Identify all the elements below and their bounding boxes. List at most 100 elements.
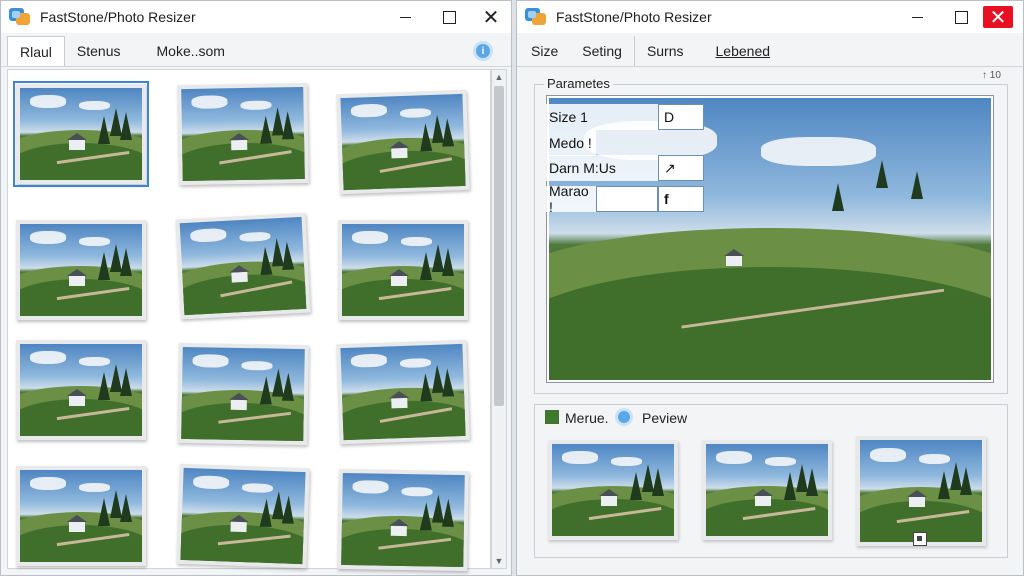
house-shape: [66, 514, 87, 532]
thumbnail-card[interactable]: [175, 212, 311, 320]
cloud-shape: [78, 356, 111, 367]
field-label: Size 1: [546, 104, 658, 130]
tree-shape: [876, 160, 889, 189]
tree-shape: [652, 467, 665, 496]
house-shape: [752, 488, 773, 506]
tree-shape: [442, 247, 455, 276]
cloud-shape: [399, 357, 432, 369]
thumbnail-card[interactable]: [337, 468, 469, 572]
cloud-shape: [189, 228, 228, 243]
scrollbar-thumb[interactable]: [494, 86, 504, 406]
tree-shape: [259, 115, 273, 144]
cloud-shape: [351, 231, 389, 245]
cloud-shape: [869, 448, 907, 463]
thumbnail-grid: [7, 69, 491, 572]
landscape-photo: [181, 86, 305, 182]
darn-input[interactable]: ↗: [658, 155, 704, 181]
cloud-shape: [192, 475, 230, 490]
landscape-photo: [180, 467, 306, 565]
tab-moke-som[interactable]: Moke..som: [145, 36, 237, 66]
house-shape: [230, 139, 248, 150]
merge-checkbox[interactable]: [545, 410, 559, 424]
thumbnail-card[interactable]: [177, 342, 309, 446]
thumbnail-card[interactable]: [16, 340, 146, 440]
tab-lebened[interactable]: Lebened: [704, 36, 783, 66]
tree-shape: [420, 251, 433, 280]
right-titlebar: FastStone/Photo Resizer ✕: [517, 1, 1023, 33]
cloud-shape: [78, 236, 111, 247]
marao-value[interactable]: f: [658, 186, 704, 212]
house-shape: [723, 248, 744, 266]
tree-shape: [784, 471, 797, 500]
cloud-shape: [561, 451, 599, 465]
house-shape: [390, 147, 408, 158]
cloud-shape: [191, 95, 228, 110]
tree-shape: [259, 246, 273, 275]
tree-shape: [98, 497, 111, 526]
tree-shape: [120, 111, 133, 140]
field-size: Size 1 D: [546, 104, 704, 130]
landscape-photo: [340, 343, 466, 441]
tab-surns[interactable]: Surns: [635, 36, 696, 66]
field-label: Medo !: [546, 130, 596, 156]
tree-shape: [259, 498, 273, 527]
image-icon[interactable]: [913, 532, 927, 546]
right-tabs: Size Seting Surns Lebened: [517, 33, 1023, 67]
field-marao: Marao ! f: [546, 183, 704, 215]
tree-shape: [259, 375, 273, 405]
maximize-icon[interactable]: [941, 1, 981, 33]
landscape-photo: [20, 470, 142, 562]
tree-shape: [960, 466, 973, 495]
maximize-icon[interactable]: [429, 1, 469, 33]
cloud-shape: [350, 353, 388, 369]
thumbnail-card[interactable]: [336, 339, 470, 445]
cloud-shape: [715, 451, 753, 465]
thumbnail-card[interactable]: [338, 220, 468, 320]
preview-thumb[interactable]: [702, 440, 832, 540]
tree-shape: [441, 118, 455, 147]
marao-input[interactable]: [596, 186, 658, 212]
cloud-shape: [78, 482, 111, 493]
thumbnail-card[interactable]: [16, 220, 146, 320]
tree-shape: [911, 171, 924, 200]
close-icon[interactable]: ✕: [471, 1, 511, 33]
size-input[interactable]: D: [658, 104, 704, 130]
cloud-shape: [399, 107, 432, 119]
tree-shape: [419, 372, 433, 401]
cloud-shape: [350, 103, 388, 119]
close-icon[interactable]: ✕: [983, 6, 1013, 29]
scroll-down-icon[interactable]: ▼: [492, 554, 506, 568]
landscape-photo: [20, 224, 142, 316]
tree-shape: [281, 372, 295, 401]
thumbnail-card[interactable]: [13, 81, 149, 187]
preview-radio[interactable]: [615, 408, 633, 426]
thumbnail-card[interactable]: [336, 89, 470, 195]
house-shape: [230, 399, 247, 410]
thumbnail-card[interactable]: [16, 466, 146, 566]
house-shape: [598, 488, 619, 506]
tree-shape: [281, 111, 295, 140]
tab-seting[interactable]: Seting: [570, 36, 635, 66]
thumbnail-card[interactable]: [177, 82, 309, 186]
thumbnail-card[interactable]: [176, 463, 310, 569]
sort-icon[interactable]: ↑ 10: [982, 70, 1001, 81]
tree-shape: [120, 367, 133, 396]
help-icon[interactable]: i: [473, 41, 493, 61]
app-icon: [9, 7, 31, 27]
house-shape: [66, 268, 87, 286]
minimize-icon[interactable]: [385, 1, 425, 33]
tab-stenus[interactable]: Stenus: [65, 36, 133, 66]
tree-shape: [630, 471, 643, 500]
preview-thumb[interactable]: [856, 436, 986, 546]
scroll-up-icon[interactable]: ▲: [492, 70, 506, 84]
left-titlebar: FastStone/Photo Resizer ✕: [1, 1, 511, 33]
preview-thumb[interactable]: [548, 440, 678, 540]
cloud-shape: [78, 100, 111, 111]
house-shape: [390, 397, 408, 408]
cloud-shape: [238, 231, 271, 243]
tab-size[interactable]: Size: [519, 36, 570, 66]
vertical-scrollbar[interactable]: ▲ ▼: [491, 69, 507, 569]
tab-rlaul[interactable]: Rlaul: [7, 36, 65, 66]
landscape-photo: [342, 224, 464, 316]
minimize-icon[interactable]: [897, 1, 937, 33]
